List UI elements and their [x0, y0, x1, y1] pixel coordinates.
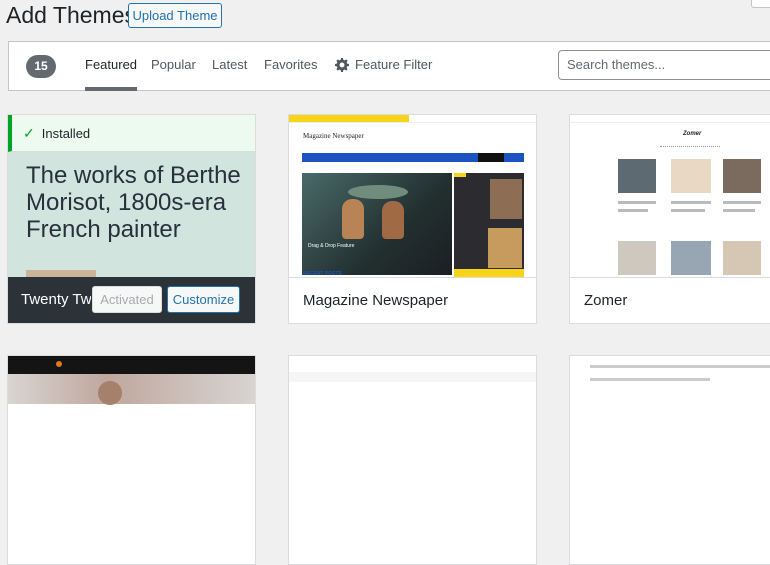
preview-image [671, 241, 711, 275]
preview-nav [660, 146, 720, 149]
preview-topbar [8, 356, 255, 374]
theme-name: Zomer [584, 292, 628, 309]
page-title: Add Themes [6, 2, 136, 28]
preview-image [618, 159, 656, 193]
preview-hero-caption: Drag & Drop Feature [308, 243, 355, 249]
preview-nav [289, 372, 536, 382]
preview-headline: The works of Berthe Morisot, 1800s-era F… [26, 162, 241, 243]
theme-card-twenty-twenty-one[interactable]: ✓ Installed The works of Berthe Morisot, … [7, 114, 256, 324]
theme-card[interactable] [569, 355, 770, 565]
preview-site-title: Zomer [683, 131, 702, 137]
preview-hero-image: Drag & Drop Feature [302, 173, 452, 275]
help-tab[interactable] [751, 0, 770, 8]
preview-image [723, 241, 761, 275]
preview-image [618, 241, 656, 275]
preview-text-line [590, 365, 770, 368]
card-footer: Twenty Twe Activated Customize [8, 277, 255, 323]
checkmark-icon: ✓ [23, 125, 35, 141]
search-input[interactable]: Search themes... [558, 50, 770, 80]
preview-nav [302, 153, 524, 162]
preview-text-line [618, 201, 656, 204]
theme-name: Twenty Twe [21, 291, 91, 308]
preview-portrait [98, 381, 122, 405]
preview-site-title: Magazine Newspaper [303, 132, 364, 140]
theme-count-badge: 15 [26, 55, 56, 78]
card-footer: Zomer [570, 277, 770, 323]
preview-text-line [618, 209, 648, 212]
tab-popular[interactable]: Popular [151, 42, 196, 91]
preview-topbar [289, 115, 536, 123]
activated-button: Activated [92, 286, 162, 313]
customize-button[interactable]: Customize [167, 286, 240, 313]
tab-latest[interactable]: Latest [212, 42, 247, 91]
tab-favorites[interactable]: Favorites [264, 42, 317, 91]
preview-text-line [590, 378, 710, 381]
tab-featured[interactable]: Featured [85, 42, 138, 91]
preview-image [723, 159, 761, 193]
preview-image [671, 159, 711, 193]
page-header: Add Themes Upload Theme [0, 0, 770, 40]
filter-bar: 15 Featured Popular Latest Favorites Fea… [8, 41, 770, 91]
preview-text-line [723, 201, 761, 204]
upload-theme-button[interactable]: Upload Theme [128, 3, 222, 28]
installed-notice: ✓ Installed [8, 115, 255, 152]
theme-name: Magazine Newspaper [303, 292, 449, 309]
theme-card-zomer[interactable]: Zomer Zomer [569, 114, 770, 324]
preview-text-line [671, 201, 711, 204]
theme-card[interactable] [7, 355, 256, 565]
preview-image [8, 374, 255, 404]
installed-label: Installed [41, 126, 91, 141]
theme-card[interactable] [288, 355, 537, 565]
gear-icon[interactable] [335, 58, 349, 72]
theme-card-magazine-newspaper[interactable]: Magazine Newspaper Drag & Drop Feature R… [288, 114, 537, 324]
card-footer: Magazine Newspaper [289, 277, 536, 323]
tab-feature-filter[interactable]: Feature Filter [355, 42, 432, 91]
preview-text-line [671, 209, 705, 212]
preview-topbar [570, 115, 770, 123]
preview-sidebar [454, 173, 524, 275]
preview-text-line [723, 209, 755, 212]
